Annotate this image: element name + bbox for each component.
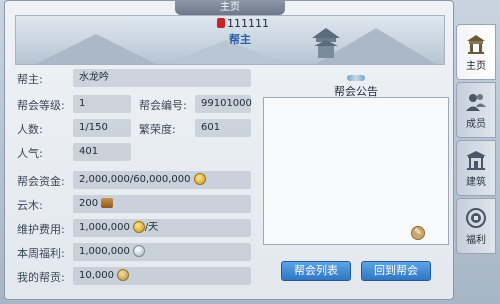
wood-label: 云木:: [17, 199, 43, 212]
members-value: 1/150: [73, 119, 131, 137]
notice-board[interactable]: [263, 97, 449, 245]
mountain-decoration: [166, 40, 286, 64]
welfare-icon: [466, 207, 486, 228]
side-nav: 主页 成员 建筑 福利: [456, 24, 496, 256]
members-label: 人数:: [17, 123, 43, 136]
contribution-icon: [117, 269, 129, 281]
guild-list-button[interactable]: 帮会列表: [281, 261, 351, 281]
wood-field: 200: [73, 195, 251, 213]
nav-tab-members-label: 成员: [466, 118, 486, 130]
silver-coin-icon: [132, 245, 145, 257]
leader-flag-icon: [217, 18, 225, 28]
prosperity-label: 繁荣度:: [139, 123, 176, 136]
edit-notice-icon[interactable]: ✎: [411, 226, 425, 240]
contribution-label: 我的帮贡:: [17, 271, 65, 284]
nav-tab-home[interactable]: 主页: [456, 24, 496, 80]
popularity-label: 人气:: [17, 147, 43, 160]
upkeep-unit: /天: [144, 222, 159, 233]
weekly-value: 1,000,000: [79, 246, 130, 257]
contribution-value: 10,000: [79, 270, 114, 281]
building-icon: [466, 150, 486, 170]
nav-tab-home-label: 主页: [466, 60, 486, 72]
level-label: 帮会等级:: [17, 99, 65, 112]
weekly-label: 本周福利:: [17, 247, 65, 260]
notice-ornament: [347, 75, 365, 81]
banner-leader-name: 111111: [227, 17, 269, 30]
guild-window: 主页 111111 帮主 帮主: 水龙吟 帮会等级: 1 帮会编号: 99101…: [4, 0, 454, 300]
contribution-field: 10,000: [73, 267, 251, 285]
funds-label: 帮会资金:: [17, 175, 65, 188]
window-title: 主页: [175, 1, 285, 15]
nav-tab-members[interactable]: 成员: [456, 82, 496, 138]
weekly-field: 1,000,000: [73, 243, 251, 261]
return-guild-button[interactable]: 回到帮会: [361, 261, 431, 281]
wood-icon: [101, 198, 114, 208]
nav-tab-building-label: 建筑: [466, 176, 486, 188]
nav-tab-building[interactable]: 建筑: [456, 140, 496, 196]
leader-label: 帮主:: [17, 73, 43, 86]
members-icon: [466, 93, 486, 111]
upkeep-value: 1,000,000: [79, 222, 130, 233]
leader-value: 水龙吟: [73, 69, 251, 87]
level-value: 1: [73, 95, 131, 113]
pavilion-icon: [312, 28, 340, 58]
mountain-decoration: [36, 34, 156, 64]
upkeep-field: 1,000,000/天: [73, 219, 251, 237]
home-icon: [467, 34, 485, 54]
nav-tab-welfare-label: 福利: [466, 234, 486, 246]
nav-tab-welfare[interactable]: 福利: [456, 198, 496, 254]
funds-field: 2,000,000/60,000,000: [73, 171, 251, 189]
gold-coin-icon: [193, 173, 206, 185]
prosperity-value: 601: [195, 119, 251, 137]
wood-value: 200: [79, 198, 99, 209]
banner-leader-role: 帮主: [229, 33, 251, 46]
upkeep-label: 维护费用:: [17, 223, 65, 236]
id-value: 99101000: [195, 95, 252, 113]
id-label: 帮会编号:: [139, 99, 187, 112]
popularity-value: 401: [73, 143, 131, 161]
gold-coin-icon: [132, 221, 145, 233]
funds-value: 2,000,000/60,000,000: [79, 174, 191, 185]
